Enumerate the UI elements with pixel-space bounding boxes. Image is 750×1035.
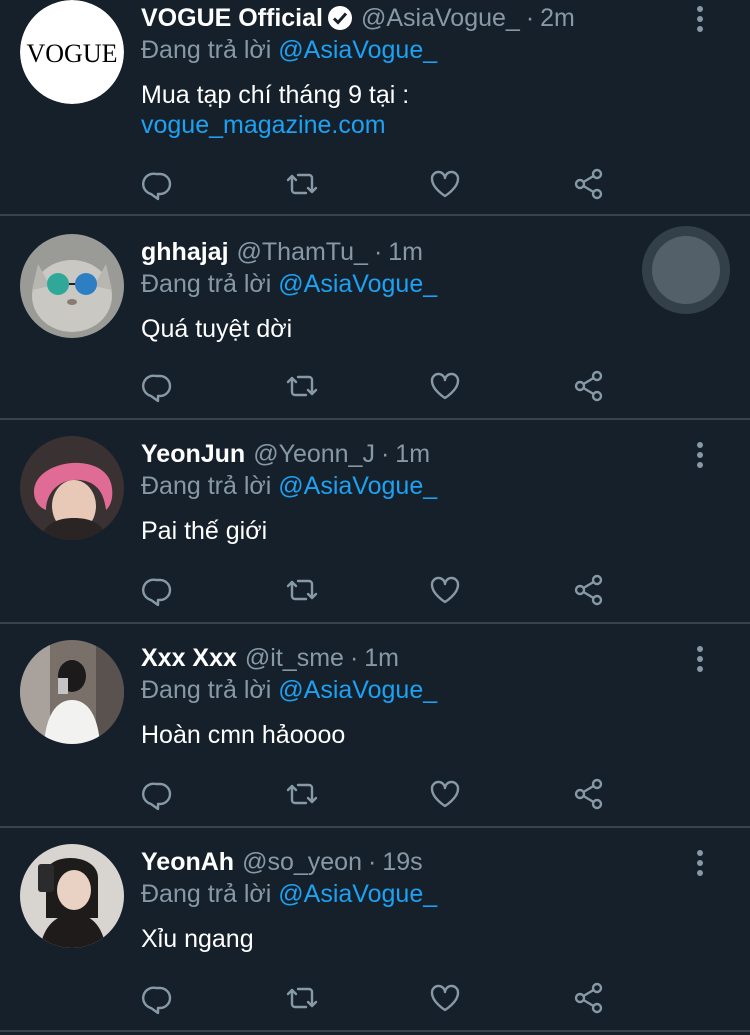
reply-icon[interactable] — [140, 776, 176, 812]
replying-to: Đang trả lời @AsiaVogue_ — [141, 676, 437, 705]
tweet-text-line: Quá tuyệt dời — [141, 315, 293, 343]
share-icon[interactable] — [571, 776, 607, 812]
retweet-icon[interactable] — [284, 572, 320, 608]
separator: · — [380, 439, 390, 468]
replying-prefix: Đang trả lời — [141, 472, 272, 500]
tweet-text: Mua tạp chí tháng 9 tại : vogue_magazine… — [141, 80, 409, 140]
tweet-text: Pai thế giới — [141, 516, 267, 546]
retweet-icon[interactable] — [284, 776, 320, 812]
retweet-icon[interactable] — [284, 980, 320, 1016]
share-icon[interactable] — [571, 368, 607, 404]
timestamp[interactable]: 1m — [388, 238, 423, 267]
tweet-text-line: Xỉu ngang — [141, 925, 254, 953]
replying-prefix: Đang trả lời — [141, 36, 272, 64]
retweet-icon[interactable] — [284, 166, 320, 202]
retweet-icon[interactable] — [284, 368, 320, 404]
reply-item[interactable]: VOGUE VOGUE Official @AsiaVogue_ · 2m Đa… — [0, 0, 750, 216]
mention-link[interactable]: @AsiaVogue_ — [278, 36, 437, 64]
more-options-icon[interactable] — [690, 644, 710, 674]
reply-item[interactable]: YeonJun @Yeonn_J · 1m Đang trả lời @Asia… — [0, 420, 750, 624]
reply-icon[interactable] — [140, 572, 176, 608]
avatar[interactable] — [20, 640, 124, 744]
like-icon[interactable] — [427, 776, 463, 812]
display-name[interactable]: Xxx Xxx — [141, 644, 237, 673]
replying-to: Đang trả lời @AsiaVogue_ — [141, 36, 437, 65]
verified-icon — [327, 5, 353, 31]
separator: · — [373, 237, 383, 266]
more-options-icon[interactable] — [690, 848, 710, 878]
tweet-text-line: Pai thế giới — [141, 517, 268, 545]
assistive-touch-inner — [652, 236, 720, 304]
reply-item[interactable]: Xxx Xxx @it_sme · 1m Đang trả lời @AsiaV… — [0, 624, 750, 828]
like-icon[interactable] — [427, 572, 463, 608]
replying-to: Đang trả lời @AsiaVogue_ — [141, 270, 437, 299]
avatar[interactable] — [20, 844, 124, 948]
handle[interactable]: @so_yeon — [242, 848, 362, 877]
mention-link[interactable]: @AsiaVogue_ — [278, 270, 437, 298]
tweet-text: Quá tuyệt dời — [141, 314, 292, 344]
tweet-text-line: Mua tạp chí tháng 9 tại : — [141, 81, 410, 109]
timestamp[interactable]: 2m — [540, 4, 575, 33]
timestamp[interactable]: 1m — [364, 644, 399, 673]
reply-icon[interactable] — [140, 166, 176, 202]
reply-icon[interactable] — [140, 980, 176, 1016]
tweet-text: Hoàn cmn hảoooo — [141, 720, 345, 750]
replying-to: Đang trả lời @AsiaVogue_ — [141, 880, 437, 909]
tweet-link[interactable]: vogue_magazine.com — [141, 110, 409, 140]
mention-link[interactable]: @AsiaVogue_ — [278, 880, 437, 908]
timestamp[interactable]: 19s — [382, 848, 422, 877]
replying-prefix: Đang trả lời — [141, 676, 272, 704]
more-options-icon[interactable] — [690, 440, 710, 470]
reply-item[interactable]: YeonAh @so_yeon · 19s Đang trả lời @Asia… — [0, 828, 750, 1032]
avatar[interactable]: VOGUE — [20, 0, 124, 104]
assistive-touch-button[interactable] — [642, 226, 730, 314]
separator: · — [525, 3, 535, 32]
share-icon[interactable] — [571, 166, 607, 202]
like-icon[interactable] — [427, 980, 463, 1016]
like-icon[interactable] — [427, 166, 463, 202]
more-options-icon[interactable] — [690, 4, 710, 34]
tweet-text-line: Hoàn cmn hảoooo — [141, 721, 346, 749]
handle[interactable]: @it_sme — [245, 644, 344, 673]
replying-prefix: Đang trả lời — [141, 270, 272, 298]
handle[interactable]: @Yeonn_J — [253, 440, 375, 469]
display-name[interactable]: VOGUE Official — [141, 4, 323, 33]
avatar[interactable] — [20, 234, 124, 338]
replying-prefix: Đang trả lời — [141, 880, 272, 908]
handle[interactable]: @ThamTu_ — [237, 238, 368, 267]
tweet-text: Xỉu ngang — [141, 924, 254, 954]
display-name[interactable]: YeonJun — [141, 440, 245, 469]
separator: · — [367, 847, 377, 876]
reply-icon[interactable] — [140, 368, 176, 404]
display-name[interactable]: ghhajaj — [141, 238, 229, 267]
separator: · — [349, 643, 359, 672]
mention-link[interactable]: @AsiaVogue_ — [278, 676, 437, 704]
reply-item[interactable]: ghhajaj @ThamTu_ · 1m Đang trả lời @Asia… — [0, 216, 750, 420]
vogue-logo: VOGUE — [27, 39, 118, 68]
share-icon[interactable] — [571, 980, 607, 1016]
display-name[interactable]: YeonAh — [141, 848, 234, 877]
handle[interactable]: @AsiaVogue_ — [361, 4, 520, 33]
like-icon[interactable] — [427, 368, 463, 404]
avatar[interactable] — [20, 436, 124, 540]
replying-to: Đang trả lời @AsiaVogue_ — [141, 472, 437, 501]
share-icon[interactable] — [571, 572, 607, 608]
timestamp[interactable]: 1m — [395, 440, 430, 469]
mention-link[interactable]: @AsiaVogue_ — [278, 472, 437, 500]
